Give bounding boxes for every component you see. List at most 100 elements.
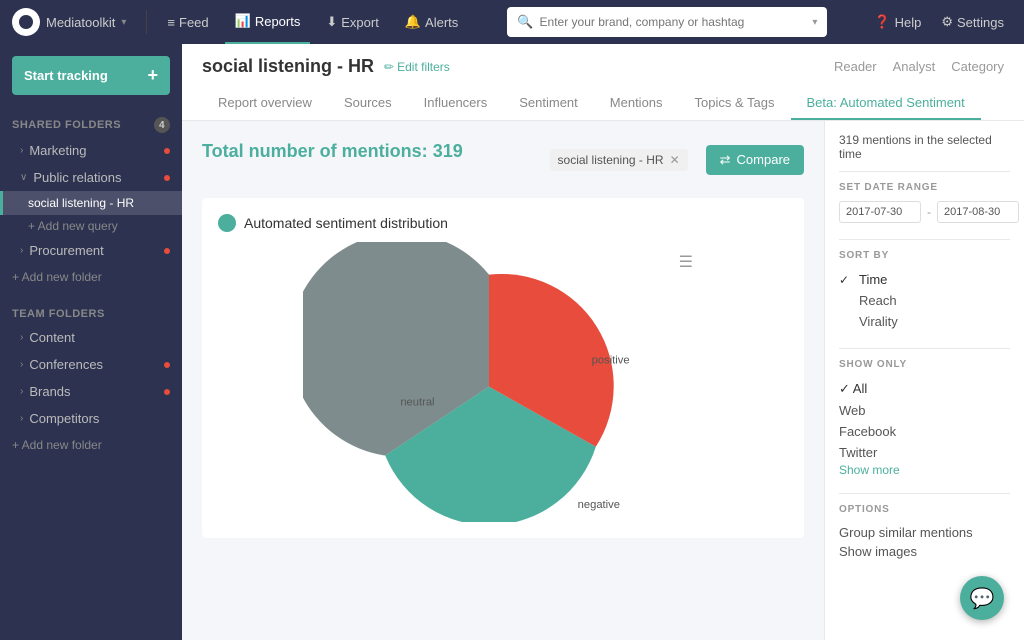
chat-button[interactable]: 💬: [960, 576, 1004, 620]
show-more-link[interactable]: Show more: [839, 463, 1010, 477]
sidebar-public-relations-label: Public relations: [33, 170, 121, 185]
add-new-query-label: + Add new query: [28, 219, 118, 233]
sidebar-brands-label: Brands: [29, 384, 70, 399]
tab-sentiment[interactable]: Sentiment: [503, 87, 594, 120]
nav-alerts-label: Alerts: [425, 15, 458, 30]
nav-export-label: Export: [341, 15, 379, 30]
nav-export[interactable]: ⬇ Export: [316, 0, 388, 44]
sentiment-section: Automated sentiment distribution ☰: [202, 198, 804, 538]
shared-folders-badge: 4: [154, 117, 170, 133]
nav-help[interactable]: ❓ Help: [866, 14, 929, 30]
show-all-label: All: [853, 381, 867, 396]
add-new-query-link[interactable]: + Add new query: [0, 215, 182, 237]
filter-tag-label: social listening - HR: [558, 153, 664, 167]
nav-right: ❓ Help ⚙ Settings: [866, 14, 1012, 30]
filter-tag-close[interactable]: ✕: [670, 153, 680, 167]
tab-report-overview[interactable]: Report overview: [202, 87, 328, 120]
add-new-folder-shared[interactable]: + Add new folder: [0, 264, 182, 290]
nav-feed[interactable]: ≡ Feed: [157, 0, 218, 44]
sidebar-item-competitors[interactable]: › Competitors: [0, 405, 182, 432]
compare-button[interactable]: ⇄ Compare: [706, 145, 804, 175]
sidebar-item-public-relations[interactable]: ∨ Public relations: [0, 164, 182, 191]
show-facebook[interactable]: Facebook: [839, 421, 1010, 442]
sort-virality[interactable]: Virality: [839, 311, 1010, 332]
total-mentions-label: Total number of mentions:: [202, 141, 428, 161]
main-content: social listening - HR ✏ Edit filters Rea…: [182, 44, 1024, 640]
mentions-row: Total number of mentions: 319 social lis…: [202, 141, 804, 178]
tab-automated-sentiment[interactable]: Beta: Automated Sentiment: [791, 87, 981, 120]
sidebar-item-procurement[interactable]: › Procurement: [0, 237, 182, 264]
show-all[interactable]: ✓ All: [839, 378, 1010, 400]
page-title: social listening - HR: [202, 56, 374, 77]
content-title-row: social listening - HR ✏ Edit filters Rea…: [202, 56, 1004, 77]
show-web-label: Web: [839, 403, 866, 418]
search-dropdown-icon[interactable]: ▾: [812, 17, 817, 28]
chevron-right-icon: ›: [20, 245, 23, 256]
show-twitter[interactable]: Twitter: [839, 442, 1010, 463]
nav-logo[interactable]: Mediatoolkit ▾: [12, 8, 126, 36]
chevron-right-icon: ›: [20, 413, 23, 424]
shared-folders-label: SHARED FOLDERS: [12, 119, 121, 131]
neutral-label: neutral: [400, 396, 434, 408]
tab-topics-tags[interactable]: Topics & Tags: [679, 87, 791, 120]
center-panel: Total number of mentions: 319 social lis…: [182, 121, 824, 640]
sentiment-section-title-label: Automated sentiment distribution: [244, 215, 448, 231]
tab-influencers[interactable]: Influencers: [408, 87, 504, 120]
sort-virality-label: Virality: [859, 314, 898, 329]
show-web[interactable]: Web: [839, 400, 1010, 421]
nav-settings[interactable]: ⚙ Settings: [933, 14, 1012, 30]
nav-brand-label[interactable]: Mediatoolkit: [46, 15, 115, 30]
view-tabs: Reader Analyst Category: [834, 57, 1004, 76]
sidebar-item-content[interactable]: › Content: [0, 324, 182, 351]
edit-filters-label: Edit filters: [397, 60, 450, 74]
date-from-input[interactable]: [839, 201, 921, 223]
chevron-right-icon: ›: [20, 359, 23, 370]
check-icon: ✓: [839, 273, 853, 287]
sidebar-marketing-label: Marketing: [29, 143, 86, 158]
team-folders-label: TEAM FOLDERS: [12, 308, 105, 320]
sidebar-sub-social-listening-hr[interactable]: social listening - HR: [0, 191, 182, 215]
show-facebook-label: Facebook: [839, 424, 896, 439]
sort-by-section: SORT BY ✓ Time Reach Virality: [839, 250, 1010, 332]
tab-category[interactable]: Category: [951, 57, 1004, 76]
alerts-icon: 🔔: [405, 14, 421, 30]
show-images[interactable]: Show images: [839, 542, 1010, 561]
options-section: OPTIONS Group similar mentions Show imag…: [839, 504, 1010, 561]
chart-menu-icon[interactable]: ☰: [679, 252, 693, 272]
chevron-right-icon: ›: [20, 332, 23, 343]
tab-mentions[interactable]: Mentions: [594, 87, 679, 120]
nav-alerts[interactable]: 🔔 Alerts: [395, 0, 468, 44]
sort-by-label: SORT BY: [839, 250, 1010, 261]
nav-settings-label: Settings: [957, 15, 1004, 30]
group-similar-mentions[interactable]: Group similar mentions: [839, 523, 1010, 542]
sort-reach-label: Reach: [859, 293, 897, 308]
date-to-input[interactable]: [937, 201, 1019, 223]
search-box[interactable]: 🔍 ▾: [507, 7, 827, 37]
tab-analyst[interactable]: Analyst: [893, 57, 936, 76]
sort-time[interactable]: ✓ Time: [839, 269, 1010, 290]
tab-sources[interactable]: Sources: [328, 87, 408, 120]
chart-container: ☰ neutral positive negat: [303, 242, 703, 522]
chevron-down-icon: ∨: [20, 172, 27, 183]
top-nav: Mediatoolkit ▾ ≡ Feed 📊 Reports ⬇ Export…: [0, 0, 1024, 44]
sidebar-item-conferences[interactable]: › Conferences: [0, 351, 182, 378]
sidebar-item-marketing[interactable]: › Marketing: [0, 137, 182, 164]
sort-reach[interactable]: Reach: [839, 290, 1010, 311]
add-new-folder-team[interactable]: + Add new folder: [0, 432, 182, 458]
show-only-section: SHOW ONLY ✓ All Web Facebook Twitter Sho…: [839, 359, 1010, 477]
show-twitter-label: Twitter: [839, 445, 877, 460]
sidebar-competitors-label: Competitors: [29, 411, 99, 426]
tab-reader[interactable]: Reader: [834, 57, 877, 76]
search-input[interactable]: [540, 15, 807, 29]
dot-indicator: [164, 148, 170, 154]
date-range-label: SET DATE RANGE: [839, 182, 1010, 193]
sort-time-label: Time: [859, 272, 887, 287]
chevron-right-icon: ›: [20, 386, 23, 397]
separator: [839, 239, 1010, 240]
edit-filters-link[interactable]: ✏ Edit filters: [384, 60, 450, 74]
brand-chevron: ▾: [121, 17, 126, 28]
start-tracking-button[interactable]: Start tracking +: [12, 56, 170, 95]
nav-reports[interactable]: 📊 Reports: [225, 0, 311, 44]
sidebar-item-brands[interactable]: › Brands: [0, 378, 182, 405]
dot-indicator: [164, 389, 170, 395]
